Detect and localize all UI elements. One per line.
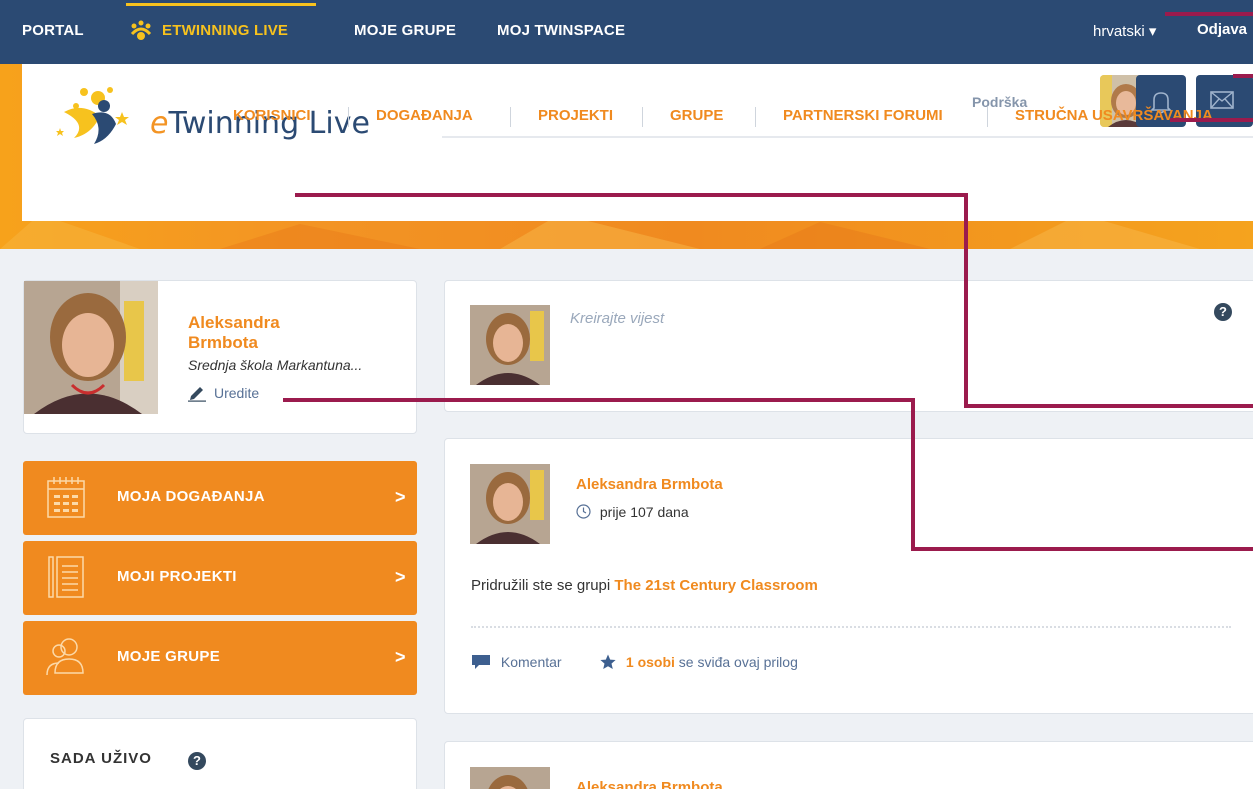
- clock-icon: [576, 504, 591, 519]
- language-select[interactable]: hrvatski ▾: [1093, 22, 1156, 40]
- etwinning-logo-icon[interactable]: [52, 84, 132, 146]
- comment-button[interactable]: Komentar: [471, 654, 562, 670]
- top-navigation-bar: PORTAL ETWINNING LIVE MOJE GRUPE MOJ TWI…: [0, 0, 1253, 64]
- post-author-name[interactable]: Aleksandra Brmbota: [576, 779, 723, 789]
- post-timestamp: prije 107 dana: [576, 504, 689, 520]
- nav-divider: [348, 107, 349, 127]
- post-divider: [471, 626, 1231, 628]
- post-card: [444, 438, 1253, 714]
- comment-icon: [472, 655, 490, 669]
- nav-groups[interactable]: GRUPE: [670, 107, 723, 124]
- callout-line: [295, 193, 968, 197]
- callout-line: [1233, 74, 1253, 78]
- help-icon[interactable]: ?: [188, 752, 206, 770]
- nav-divider: [510, 107, 511, 127]
- callout-line: [1165, 12, 1253, 16]
- star-icon: [600, 654, 616, 669]
- nav-divider: [987, 107, 988, 127]
- logout-link[interactable]: Odjava: [1197, 21, 1247, 38]
- users-icon: [46, 638, 84, 676]
- header-card: eTwinning Live Podrška: [22, 64, 1253, 221]
- composer-card: [444, 280, 1253, 412]
- profile-photo[interactable]: [24, 281, 158, 414]
- composer-avatar: [470, 305, 550, 385]
- header-divider: [442, 136, 1253, 138]
- nav-events[interactable]: DOGAĐANJA: [376, 107, 473, 124]
- chevron-right-icon: >: [395, 567, 406, 587]
- my-groups-button[interactable]: MOJE GRUPE >: [23, 621, 417, 695]
- nav-divider: [755, 107, 756, 127]
- nav-my-twinspace[interactable]: MOJ TWINSPACE: [497, 22, 625, 39]
- callout-line: [964, 193, 968, 408]
- profile-card: Aleksandra Brmbota Srednja škola Markant…: [23, 280, 417, 434]
- my-groups-label: MOJE GRUPE: [117, 648, 221, 665]
- profile-name[interactable]: Aleksandra Brmbota: [188, 313, 280, 353]
- my-events-button[interactable]: MOJA DOGAĐANJA >: [23, 461, 417, 535]
- callout-line: [964, 404, 1253, 408]
- post-author-name[interactable]: Aleksandra Brmbota: [576, 476, 723, 493]
- nav-users[interactable]: KORISNICI: [233, 107, 311, 124]
- etwinning-icon: [130, 20, 152, 40]
- pencil-icon: [188, 387, 206, 402]
- calendar-icon: [47, 477, 85, 518]
- group-link[interactable]: The 21st Century Classroom: [614, 577, 817, 594]
- nav-my-groups[interactable]: MOJE GRUPE: [354, 22, 456, 39]
- nav-divider: [642, 107, 643, 127]
- callout-line: [283, 398, 915, 402]
- live-now-title: SADA UŽIVO: [50, 750, 152, 767]
- callout-line: [911, 547, 1253, 551]
- callout-line: [1170, 118, 1253, 122]
- document-icon: [48, 556, 84, 598]
- edit-profile-link[interactable]: Uredite: [188, 385, 259, 402]
- nav-partner-forums[interactable]: PARTNERSKI FORUMI: [783, 107, 943, 124]
- help-icon[interactable]: ?: [1214, 303, 1232, 321]
- post-card: [444, 741, 1253, 789]
- nav-projects[interactable]: PROJEKTI: [538, 107, 613, 124]
- profile-school: Srednja škola Markantuna...: [188, 357, 363, 373]
- create-news-input[interactable]: Kreirajte vijest: [570, 310, 664, 327]
- active-tab-indicator: [126, 3, 316, 6]
- post-author-avatar[interactable]: [470, 464, 550, 544]
- likes-info[interactable]: 1 osobi se sviđa ovaj prilog: [600, 654, 798, 670]
- my-projects-label: MOJI PROJEKTI: [117, 568, 237, 585]
- my-events-label: MOJA DOGAĐANJA: [117, 488, 265, 505]
- chevron-right-icon: >: [395, 647, 406, 667]
- nav-portal[interactable]: PORTAL: [22, 22, 84, 39]
- chevron-right-icon: >: [395, 487, 406, 507]
- post-content: Pridružili ste se grupi The 21st Century…: [471, 577, 818, 594]
- my-projects-button[interactable]: MOJI PROJEKTI >: [23, 541, 417, 615]
- post-author-avatar[interactable]: [470, 767, 550, 789]
- nav-etwinning-live[interactable]: ETWINNING LIVE: [162, 22, 288, 39]
- callout-line: [911, 398, 915, 551]
